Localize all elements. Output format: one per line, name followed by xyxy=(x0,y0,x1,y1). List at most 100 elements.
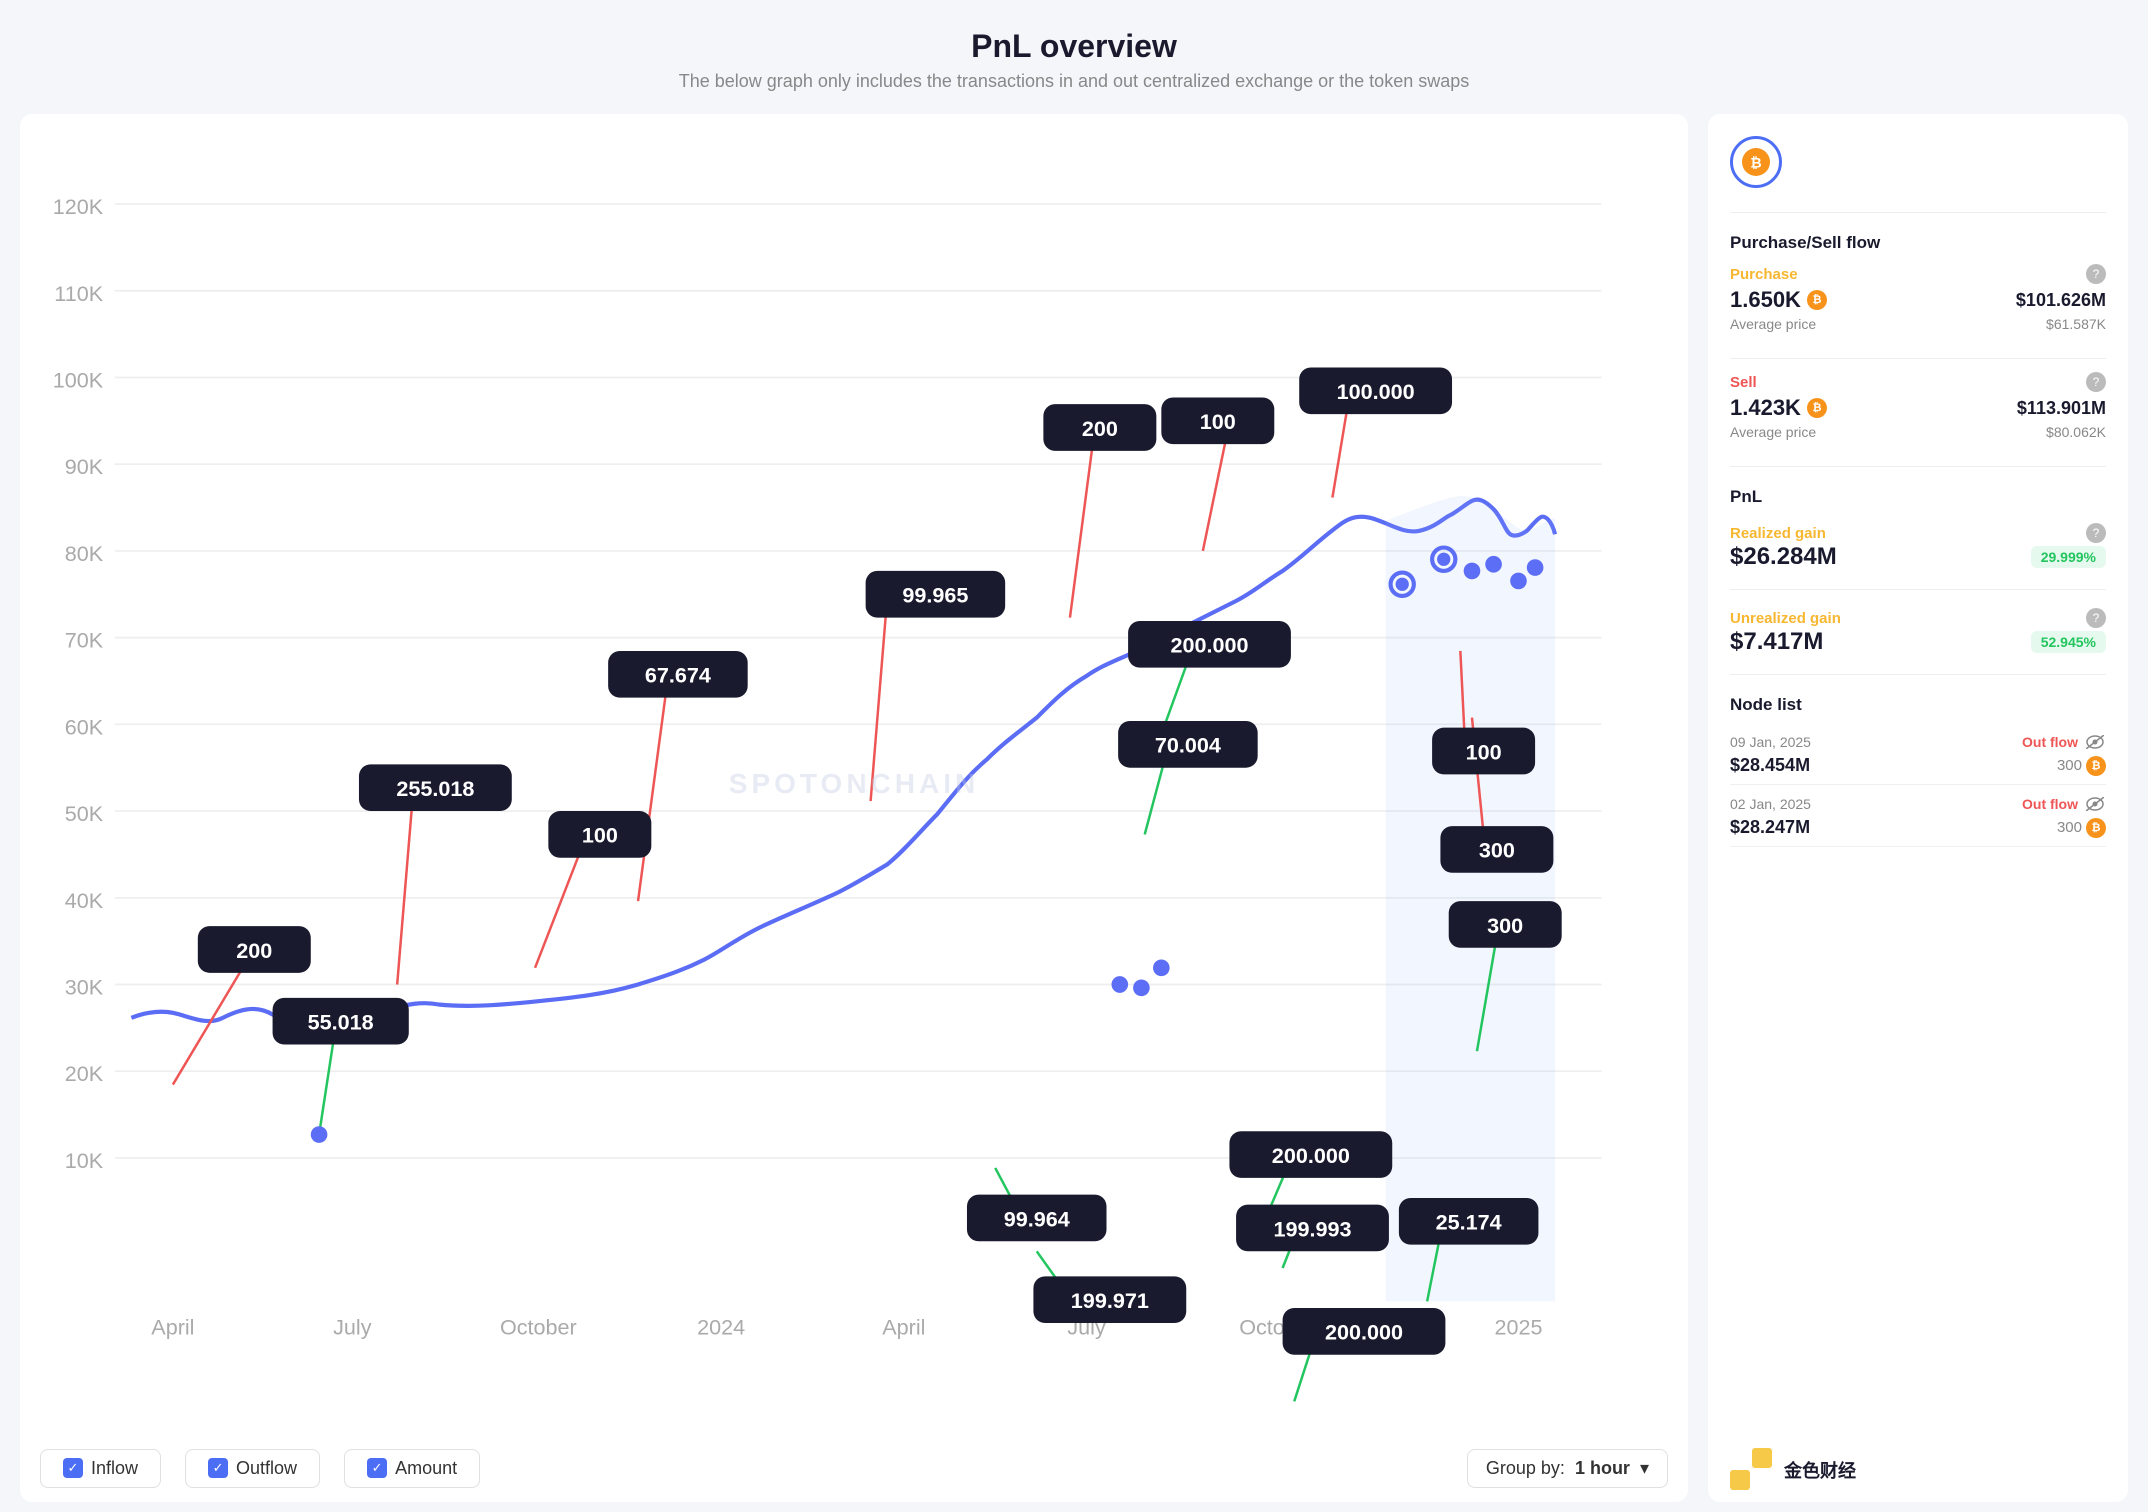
group-by-value: 1 hour xyxy=(1575,1458,1630,1479)
chart-bottom-bar: ✓ Inflow ✓ Outflow ✓ Amount Group by: 1 … xyxy=(40,1435,1668,1492)
node-list-title: Node list xyxy=(1730,695,2106,715)
outflow-checkbox[interactable]: ✓ xyxy=(208,1458,228,1478)
brand-logo xyxy=(1730,1448,1774,1492)
svg-text:199.971: 199.971 xyxy=(1071,1288,1149,1313)
group-by-button[interactable]: Group by: 1 hour ▾ xyxy=(1467,1449,1668,1488)
legend-inflow[interactable]: ✓ Inflow xyxy=(40,1449,161,1488)
btc-price-line xyxy=(131,500,1555,1029)
label-100-right: 100 xyxy=(1432,728,1535,775)
label-99964: 99.964 xyxy=(967,1195,1107,1242)
legend-outflow[interactable]: ✓ Outflow xyxy=(185,1449,320,1488)
group-by-label: Group by: xyxy=(1486,1458,1565,1479)
brand-text: 金色财经 xyxy=(1784,1457,1856,1483)
eye-icon-1[interactable] xyxy=(2084,793,2106,815)
chart-area: SPOTONCHAIN 120K 110K 100K 90K 80K 70K xyxy=(20,114,1688,1502)
eye-icon-0[interactable] xyxy=(2084,731,2106,753)
label-200-left: 200 xyxy=(198,926,311,973)
node-item-1: 02 Jan, 2025 Out flow $28.247M 300 xyxy=(1730,785,2106,847)
label-25174: 25.174 xyxy=(1399,1198,1539,1245)
svg-text:₿: ₿ xyxy=(1750,154,1761,170)
svg-text:300: 300 xyxy=(1487,913,1523,938)
svg-text:April: April xyxy=(151,1315,194,1340)
svg-text:199.993: 199.993 xyxy=(1273,1216,1351,1241)
svg-text:30K: 30K xyxy=(65,974,104,999)
svg-text:99.964: 99.964 xyxy=(1004,1206,1070,1231)
svg-text:20K: 20K xyxy=(65,1061,104,1086)
unrealized-label: Unrealized gain xyxy=(1730,610,1841,627)
svg-text:120K: 120K xyxy=(53,194,104,219)
amount-checkbox[interactable]: ✓ xyxy=(367,1458,387,1478)
svg-text:70.004: 70.004 xyxy=(1155,733,1221,758)
node-val-0: $28.454M xyxy=(1730,755,1810,776)
outflow-lines xyxy=(173,387,1485,1084)
svg-text:100: 100 xyxy=(1466,739,1502,764)
page-subtitle: The below graph only includes the transa… xyxy=(0,71,2148,92)
realized-amount: $26.284M xyxy=(1730,543,1837,571)
purchase-label: Purchase xyxy=(1730,266,1798,283)
sell-avg-row: Average price $80.062K xyxy=(1730,424,2106,440)
svg-text:100K: 100K xyxy=(53,367,104,392)
chevron-down-icon: ▾ xyxy=(1640,1458,1649,1479)
svg-text:10K: 10K xyxy=(65,1148,104,1173)
outflow-label: Outflow xyxy=(236,1458,297,1479)
sell-usd: $113.901M xyxy=(2017,398,2106,419)
label-67674: 67.674 xyxy=(608,651,748,698)
node-date-1: 02 Jan, 2025 xyxy=(1730,796,1811,812)
pnl-title: PnL xyxy=(1730,487,2106,507)
label-200000-first: 200.000 xyxy=(1128,621,1291,668)
node-btc-1: 300 ₿ xyxy=(2057,818,2106,838)
svg-text:55.018: 55.018 xyxy=(308,1009,374,1034)
purchase-usd: $101.626M xyxy=(2016,290,2106,311)
unrealized-help-icon[interactable]: ? xyxy=(2086,608,2106,628)
sell-amount: 1.423K ₿ xyxy=(1730,395,1827,421)
svg-text:110K: 110K xyxy=(54,281,103,306)
svg-text:70K: 70K xyxy=(65,628,104,653)
btc-icon: ₿ xyxy=(1730,136,1782,188)
unrealized-pct: 52.945% xyxy=(2031,631,2106,653)
label-70004: 70.004 xyxy=(1118,721,1258,768)
inflow-label: Inflow xyxy=(91,1458,138,1479)
label-100000: 100.000 xyxy=(1299,367,1452,414)
node-flow-1: Out flow xyxy=(2022,796,2078,812)
label-100-left: 100 xyxy=(548,811,651,858)
svg-text:2025: 2025 xyxy=(1494,1315,1542,1340)
svg-text:200.000: 200.000 xyxy=(1170,633,1248,658)
purchase-help-icon[interactable]: ? xyxy=(2086,264,2106,284)
brand-watermark: 金色财经 xyxy=(1730,1434,2106,1492)
svg-text:40K: 40K xyxy=(65,888,104,913)
svg-text:99.965: 99.965 xyxy=(902,583,968,608)
label-200000-second: 200.000 xyxy=(1229,1131,1392,1178)
svg-text:80K: 80K xyxy=(65,541,104,566)
unrealized-block: Unrealized gain ? $7.417M 52.945% xyxy=(1730,608,2106,656)
inflow-checkbox[interactable]: ✓ xyxy=(63,1458,83,1478)
node-date-0: 09 Jan, 2025 xyxy=(1730,734,1811,750)
svg-text:50K: 50K xyxy=(65,801,104,826)
realized-label: Realized gain xyxy=(1730,525,1826,542)
svg-text:200: 200 xyxy=(1082,416,1118,441)
purchase-block: Purchase ? 1.650K ₿ $101.626M Average pr… xyxy=(1730,261,2106,338)
label-200000-third: 200.000 xyxy=(1283,1308,1446,1355)
purchase-avg-row: Average price $61.587K xyxy=(1730,316,2106,332)
page-header: PnL overview The below graph only includ… xyxy=(0,0,2148,104)
label-99965: 99.965 xyxy=(866,571,1006,618)
realized-help-icon[interactable]: ? xyxy=(2086,523,2106,543)
sell-block: Sell ? 1.423K ₿ $113.901M Average price … xyxy=(1730,369,2106,446)
sell-help-icon[interactable]: ? xyxy=(2086,372,2106,392)
inflow-lines xyxy=(319,643,1498,1402)
label-300-lower: 300 xyxy=(1449,901,1562,948)
svg-text:200: 200 xyxy=(236,938,272,963)
svg-text:200.000: 200.000 xyxy=(1325,1320,1403,1345)
svg-text:200.000: 200.000 xyxy=(1272,1143,1350,1168)
realized-pct: 29.999% xyxy=(2031,546,2106,568)
btc-coin-purchase: ₿ xyxy=(1807,290,1827,310)
svg-text:25.174: 25.174 xyxy=(1436,1210,1502,1235)
node-val-1: $28.247M xyxy=(1730,817,1810,838)
sell-label: Sell xyxy=(1730,374,1757,391)
amount-label: Amount xyxy=(395,1458,457,1479)
label-199993: 199.993 xyxy=(1236,1205,1389,1252)
svg-text:100: 100 xyxy=(1200,409,1236,434)
purchase-amount: 1.650K ₿ xyxy=(1730,287,1827,313)
node-btc-0: 300 ₿ xyxy=(2057,756,2106,776)
legend-amount[interactable]: ✓ Amount xyxy=(344,1449,480,1488)
label-199971: 199.971 xyxy=(1033,1276,1186,1323)
